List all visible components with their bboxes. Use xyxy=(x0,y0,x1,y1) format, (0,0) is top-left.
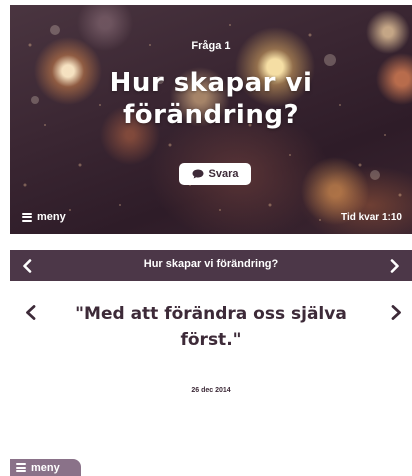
time-remaining: Tid kvar 1:10 xyxy=(341,212,402,223)
hamburger-menu-icon xyxy=(22,212,32,222)
answer-header-title: Hur skapar vi förändring? xyxy=(143,258,279,270)
speech-bubble-icon xyxy=(192,169,204,179)
header-prev-button[interactable] xyxy=(12,250,42,281)
prev-answer-button[interactable] xyxy=(18,300,42,324)
answer-body: "Med att förändra oss själva först." 26 … xyxy=(10,281,412,476)
question-card: Fråga 1 Hur skapar vi förändring? Svara … xyxy=(10,5,412,234)
hamburger-menu-icon xyxy=(16,463,26,472)
bottom-menu-label: meny xyxy=(31,461,60,474)
next-answer-button[interactable] xyxy=(384,300,408,324)
chevron-right-icon xyxy=(390,258,399,273)
question-title: Hur skapar vi förändring? xyxy=(109,68,313,130)
menu-button[interactable]: meny xyxy=(22,211,66,223)
answer-quote: "Med att förändra oss själva först." xyxy=(75,304,347,350)
answer-date: 26 dec 2014 xyxy=(191,387,231,394)
header-next-button[interactable] xyxy=(380,250,410,281)
chevron-left-icon xyxy=(23,258,32,273)
answer-header-bar: Hur skapar vi förändring? xyxy=(10,250,412,281)
question-number-label: Fråga 1 xyxy=(191,40,231,52)
answer-button-label: Svara xyxy=(208,168,239,180)
menu-label: meny xyxy=(37,211,66,223)
answer-button[interactable]: Svara xyxy=(179,163,251,185)
chevron-right-icon xyxy=(391,304,401,320)
chevron-left-icon xyxy=(25,304,35,320)
bottom-menu-button[interactable]: meny xyxy=(10,459,81,476)
